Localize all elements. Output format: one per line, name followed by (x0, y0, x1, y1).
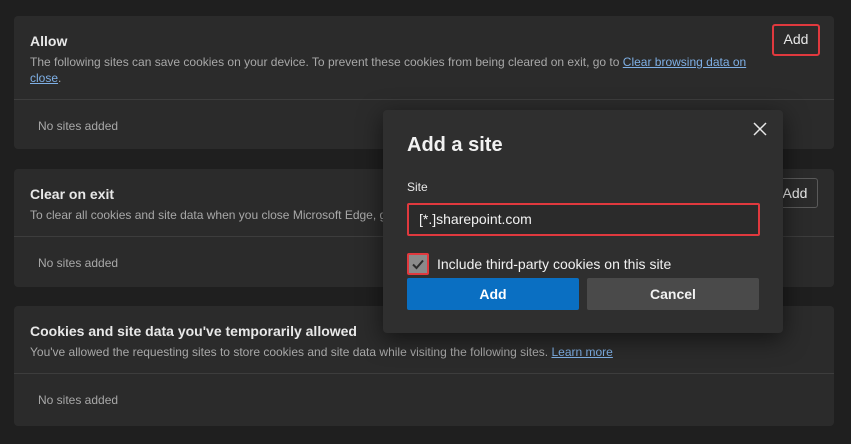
cookie-settings-page: Allow The following sites can save cooki… (0, 0, 851, 444)
allow-card-header: Allow The following sites can save cooki… (14, 16, 834, 86)
site-input[interactable]: [*.]sharepoint.com (407, 203, 760, 236)
allow-desc-end: . (58, 71, 62, 85)
allow-add-button[interactable]: Add (772, 24, 820, 56)
temp-desc-text: You've allowed the requesting sites to s… (30, 345, 552, 359)
allow-description: The following sites can save cookies on … (30, 54, 760, 86)
third-party-cookies-label: Include third-party cookies on this site (437, 256, 672, 272)
dialog-cancel-button[interactable]: Cancel (587, 278, 759, 310)
allow-title: Allow (30, 33, 68, 49)
temp-description: You've allowed the requesting sites to s… (30, 344, 810, 360)
temp-empty-text: No sites added (38, 393, 119, 407)
learn-more-link[interactable]: Learn more (551, 345, 612, 359)
site-field-label: Site (407, 180, 428, 194)
third-party-cookies-checkbox[interactable] (407, 253, 429, 275)
add-site-dialog: Add a site Site [*.]sharepoint.com Inclu… (383, 110, 783, 333)
close-icon[interactable] (749, 118, 771, 140)
dialog-title: Add a site (407, 134, 503, 156)
allow-desc-text: The following sites can save cookies on … (30, 55, 623, 69)
allow-empty-text: No sites added (38, 119, 119, 133)
dialog-add-button[interactable]: Add (407, 278, 579, 310)
clear-empty-text: No sites added (38, 256, 119, 270)
checkmark-icon (412, 259, 424, 270)
third-party-cookies-row: Include third-party cookies on this site (407, 252, 671, 276)
allow-divider (14, 99, 834, 100)
temp-divider (14, 373, 834, 374)
